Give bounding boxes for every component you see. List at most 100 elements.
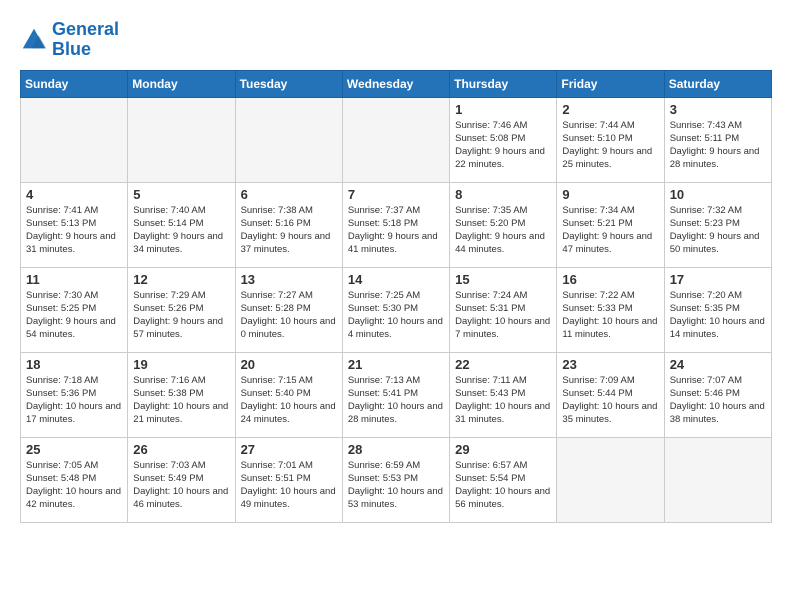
day-info: Sunrise: 7:30 AMSunset: 5:25 PMDaylight:… <box>26 289 122 342</box>
calendar-cell: 5 Sunrise: 7:40 AMSunset: 5:14 PMDaylight… <box>128 182 235 267</box>
calendar-week-1: 1 Sunrise: 7:46 AMSunset: 5:08 PMDaylight… <box>21 97 772 182</box>
calendar-cell <box>128 97 235 182</box>
day-info: Sunrise: 7:22 AMSunset: 5:33 PMDaylight:… <box>562 289 658 342</box>
day-number: 29 <box>455 442 551 457</box>
page-header: General Blue <box>20 20 772 60</box>
day-number: 8 <box>455 187 551 202</box>
day-number: 2 <box>562 102 658 117</box>
day-number: 26 <box>133 442 229 457</box>
day-info: Sunrise: 7:20 AMSunset: 5:35 PMDaylight:… <box>670 289 766 342</box>
calendar-cell: 15 Sunrise: 7:24 AMSunset: 5:31 PMDayligh… <box>450 267 557 352</box>
day-number: 18 <box>26 357 122 372</box>
day-number: 23 <box>562 357 658 372</box>
calendar-cell: 24Sunrise: 7:07 AMSunset: 5:46 PMDayligh… <box>664 352 771 437</box>
day-info: Sunrise: 7:38 AMSunset: 5:16 PMDaylight:… <box>241 204 337 257</box>
col-header-friday: Friday <box>557 70 664 97</box>
col-header-thursday: Thursday <box>450 70 557 97</box>
day-info: Sunrise: 7:46 AMSunset: 5:08 PMDaylight:… <box>455 119 551 172</box>
day-info: Sunrise: 7:29 AMSunset: 5:26 PMDaylight:… <box>133 289 229 342</box>
calendar-cell <box>664 437 771 522</box>
col-header-sunday: Sunday <box>21 70 128 97</box>
calendar-cell: 27 Sunrise: 7:01 AMSunset: 5:51 PMDayligh… <box>235 437 342 522</box>
day-number: 28 <box>348 442 444 457</box>
day-number: 22 <box>455 357 551 372</box>
day-info: Sunrise: 7:24 AMSunset: 5:31 PMDaylight:… <box>455 289 551 342</box>
day-info: Sunrise: 7:07 AMSunset: 5:46 PMDaylight:… <box>670 374 766 427</box>
day-info: Sunrise: 7:35 AMSunset: 5:20 PMDaylight:… <box>455 204 551 257</box>
calendar-cell: 1 Sunrise: 7:46 AMSunset: 5:08 PMDaylight… <box>450 97 557 182</box>
day-info: Sunrise: 7:44 AMSunset: 5:10 PMDaylight:… <box>562 119 658 172</box>
day-number: 21 <box>348 357 444 372</box>
calendar-cell: 9 Sunrise: 7:34 AMSunset: 5:21 PMDaylight… <box>557 182 664 267</box>
logo-text: General Blue <box>52 20 119 60</box>
day-number: 9 <box>562 187 658 202</box>
day-number: 10 <box>670 187 766 202</box>
calendar-cell: 14 Sunrise: 7:25 AMSunset: 5:30 PMDayligh… <box>342 267 449 352</box>
day-info: Sunrise: 7:37 AMSunset: 5:18 PMDaylight:… <box>348 204 444 257</box>
calendar-cell: 6Sunrise: 7:38 AMSunset: 5:16 PMDaylight… <box>235 182 342 267</box>
day-info: Sunrise: 7:43 AMSunset: 5:11 PMDaylight:… <box>670 119 766 172</box>
day-number: 17 <box>670 272 766 287</box>
day-info: Sunrise: 7:05 AMSunset: 5:48 PMDaylight:… <box>26 459 122 512</box>
calendar-cell: 16 Sunrise: 7:22 AMSunset: 5:33 PMDayligh… <box>557 267 664 352</box>
day-number: 14 <box>348 272 444 287</box>
day-number: 12 <box>133 272 229 287</box>
day-number: 1 <box>455 102 551 117</box>
day-info: Sunrise: 7:40 AMSunset: 5:14 PMDaylight:… <box>133 204 229 257</box>
calendar-cell: 28Sunrise: 6:59 AMSunset: 5:53 PMDayligh… <box>342 437 449 522</box>
calendar-cell: 3Sunrise: 7:43 AMSunset: 5:11 PMDaylight… <box>664 97 771 182</box>
calendar-cell <box>557 437 664 522</box>
calendar-cell: 2 Sunrise: 7:44 AMSunset: 5:10 PMDaylight… <box>557 97 664 182</box>
logo: General Blue <box>20 20 119 60</box>
day-number: 19 <box>133 357 229 372</box>
calendar-cell: 22 Sunrise: 7:11 AMSunset: 5:43 PMDayligh… <box>450 352 557 437</box>
day-number: 4 <box>26 187 122 202</box>
day-info: Sunrise: 7:41 AMSunset: 5:13 PMDaylight:… <box>26 204 122 257</box>
day-number: 27 <box>241 442 337 457</box>
col-header-saturday: Saturday <box>664 70 771 97</box>
logo-icon <box>20 26 48 54</box>
calendar-week-5: 25Sunrise: 7:05 AMSunset: 5:48 PMDayligh… <box>21 437 772 522</box>
calendar-cell: 29 Sunrise: 6:57 AMSunset: 5:54 PMDayligh… <box>450 437 557 522</box>
calendar-week-3: 11 Sunrise: 7:30 AMSunset: 5:25 PMDayligh… <box>21 267 772 352</box>
day-info: Sunrise: 7:32 AMSunset: 5:23 PMDaylight:… <box>670 204 766 257</box>
day-number: 13 <box>241 272 337 287</box>
calendar-cell: 8 Sunrise: 7:35 AMSunset: 5:20 PMDaylight… <box>450 182 557 267</box>
calendar-cell: 11 Sunrise: 7:30 AMSunset: 5:25 PMDayligh… <box>21 267 128 352</box>
day-info: Sunrise: 7:27 AMSunset: 5:28 PMDaylight:… <box>241 289 337 342</box>
calendar-cell: 20Sunrise: 7:15 AMSunset: 5:40 PMDayligh… <box>235 352 342 437</box>
calendar-cell: 18 Sunrise: 7:18 AMSunset: 5:36 PMDayligh… <box>21 352 128 437</box>
col-header-wednesday: Wednesday <box>342 70 449 97</box>
calendar-week-2: 4 Sunrise: 7:41 AMSunset: 5:13 PMDaylight… <box>21 182 772 267</box>
day-info: Sunrise: 7:09 AMSunset: 5:44 PMDaylight:… <box>562 374 658 427</box>
day-number: 15 <box>455 272 551 287</box>
day-number: 16 <box>562 272 658 287</box>
calendar-cell: 13 Sunrise: 7:27 AMSunset: 5:28 PMDayligh… <box>235 267 342 352</box>
day-info: Sunrise: 7:03 AMSunset: 5:49 PMDaylight:… <box>133 459 229 512</box>
calendar-cell: 19Sunrise: 7:16 AMSunset: 5:38 PMDayligh… <box>128 352 235 437</box>
day-number: 11 <box>26 272 122 287</box>
calendar-cell: 12 Sunrise: 7:29 AMSunset: 5:26 PMDayligh… <box>128 267 235 352</box>
calendar-cell: 17 Sunrise: 7:20 AMSunset: 5:35 PMDayligh… <box>664 267 771 352</box>
day-number: 7 <box>348 187 444 202</box>
day-info: Sunrise: 6:57 AMSunset: 5:54 PMDaylight:… <box>455 459 551 512</box>
day-info: Sunrise: 7:11 AMSunset: 5:43 PMDaylight:… <box>455 374 551 427</box>
calendar-table: SundayMondayTuesdayWednesdayThursdayFrid… <box>20 70 772 523</box>
day-info: Sunrise: 7:25 AMSunset: 5:30 PMDaylight:… <box>348 289 444 342</box>
day-info: Sunrise: 7:01 AMSunset: 5:51 PMDaylight:… <box>241 459 337 512</box>
calendar-cell <box>21 97 128 182</box>
calendar-cell: 10 Sunrise: 7:32 AMSunset: 5:23 PMDayligh… <box>664 182 771 267</box>
calendar-week-4: 18 Sunrise: 7:18 AMSunset: 5:36 PMDayligh… <box>21 352 772 437</box>
day-info: Sunrise: 7:34 AMSunset: 5:21 PMDaylight:… <box>562 204 658 257</box>
day-number: 5 <box>133 187 229 202</box>
calendar-cell <box>342 97 449 182</box>
day-number: 20 <box>241 357 337 372</box>
calendar-cell: 21 Sunrise: 7:13 AMSunset: 5:41 PMDayligh… <box>342 352 449 437</box>
day-info: Sunrise: 7:13 AMSunset: 5:41 PMDaylight:… <box>348 374 444 427</box>
calendar-cell <box>235 97 342 182</box>
day-info: Sunrise: 7:18 AMSunset: 5:36 PMDaylight:… <box>26 374 122 427</box>
calendar-header-row: SundayMondayTuesdayWednesdayThursdayFrid… <box>21 70 772 97</box>
calendar-cell: 4 Sunrise: 7:41 AMSunset: 5:13 PMDaylight… <box>21 182 128 267</box>
col-header-tuesday: Tuesday <box>235 70 342 97</box>
calendar-cell: 26 Sunrise: 7:03 AMSunset: 5:49 PMDayligh… <box>128 437 235 522</box>
